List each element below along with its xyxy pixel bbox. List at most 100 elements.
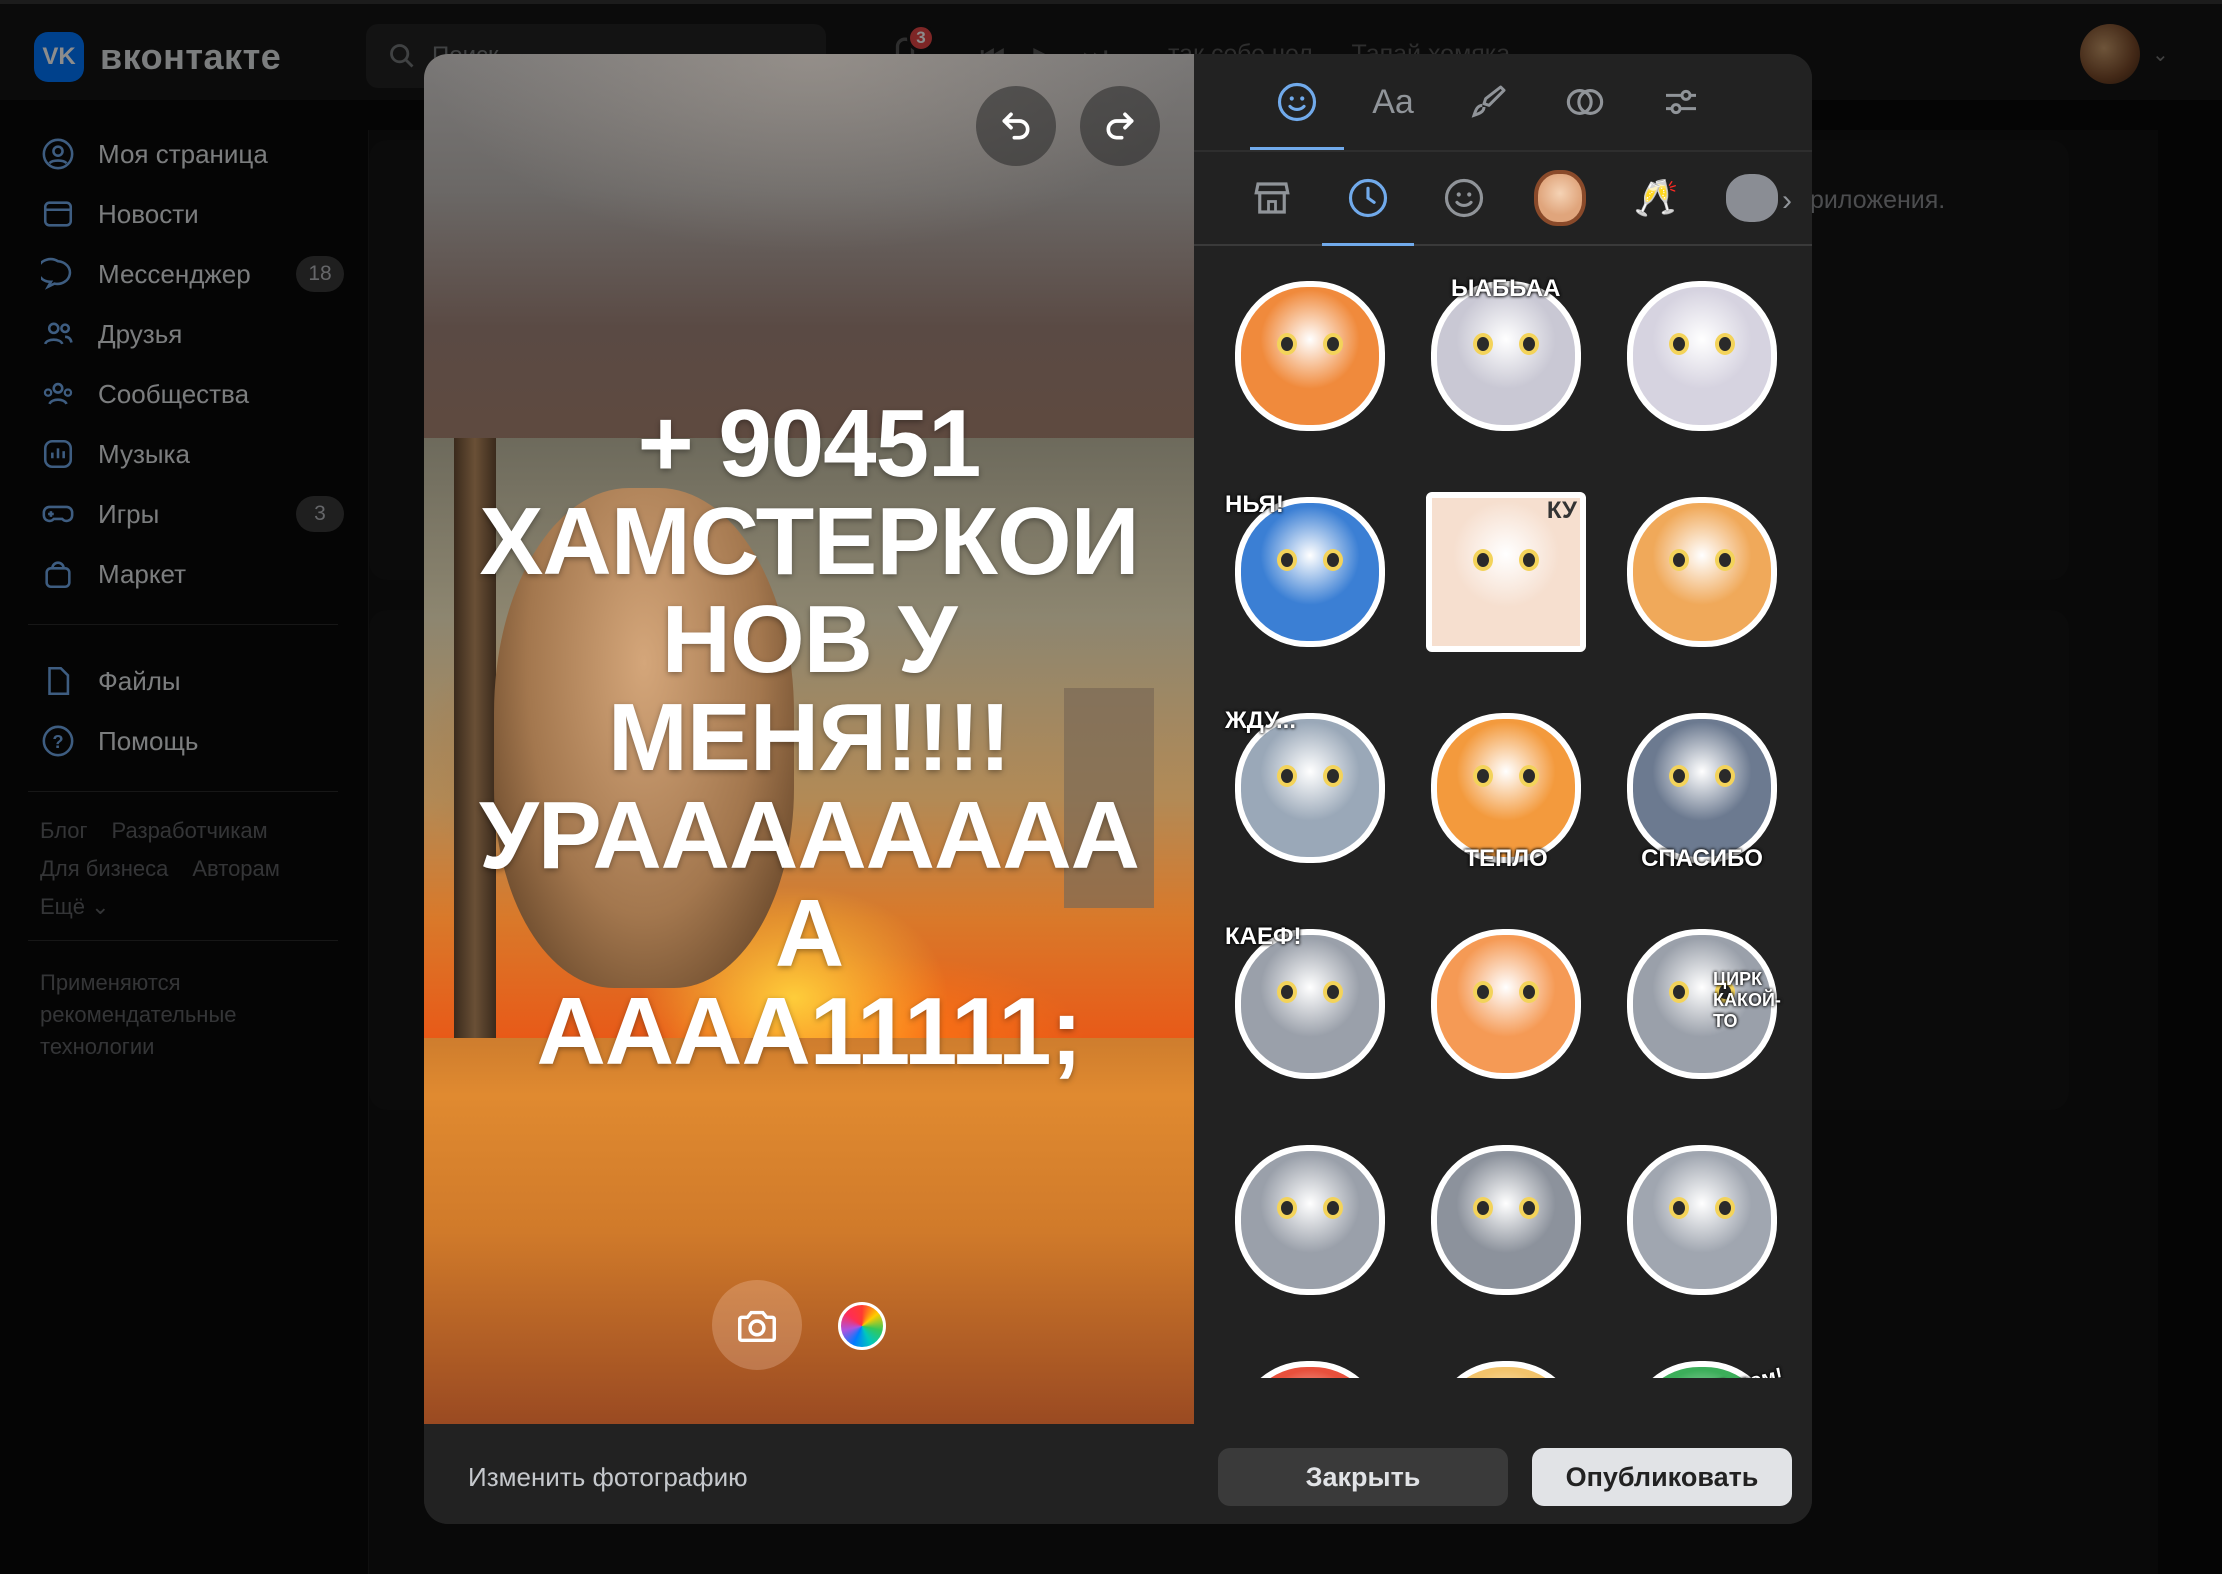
sticker-image [1421,1351,1591,1378]
sticker-anime-girl-ku[interactable]: КУ [1408,464,1604,680]
sticker-body [1627,1145,1777,1295]
camera-icon [738,1310,776,1343]
sticker-eyes [1277,981,1343,1003]
sticker-eyes [1669,333,1735,355]
sticker-eye [1473,549,1493,571]
camera-button[interactable] [712,1280,802,1370]
tab-adjust[interactable] [1646,67,1716,137]
category-store[interactable] [1240,166,1304,230]
modal-footer: Изменить фотографию Закрыть Опубликовать [424,1424,1812,1524]
sticker-image: КУ [1421,487,1591,657]
filters-icon [1566,89,1604,115]
sticker-eye [1473,765,1493,787]
sticker-cat-kaef[interactable]: КАЕФ! [1212,896,1408,1112]
sticker-cat-thumbs-up[interactable] [1408,1112,1604,1328]
sticker-eyes [1473,981,1539,1003]
sticker-eye [1323,333,1343,355]
tools-panel: Aa 🥂 › ЫАБЬАА НЬЯ! КУ ЖДУ... ТЕПЛО СПАСИ… [1194,54,1812,1424]
tool-tabs: Aa [1194,54,1812,150]
sticker-eye [1277,333,1297,355]
sticker-cat-shocked[interactable] [1212,1112,1408,1328]
clock-icon [1348,178,1388,218]
sticker-girl-frame[interactable] [1212,1328,1408,1378]
chevron-right-icon[interactable]: › [1782,184,1792,218]
story-canvas[interactable]: + 90451 ХАМСТЕРКОИ НОВ У МЕНЯ!!!! УРАААА… [424,54,1194,1424]
sticker-image: ЖДУ... [1225,703,1395,873]
sticker-image: ЦИРК КАКОЙ-ТО [1617,919,1787,1089]
tab-stickers[interactable] [1250,67,1344,150]
sticker-caption: СПАСИБО [1641,845,1763,872]
tab-draw[interactable] [1454,67,1524,137]
sticker-image [1617,1135,1787,1305]
sticker-seal-zhdu[interactable]: ЖДУ... [1212,680,1408,896]
sticker-body [1235,929,1385,1079]
sticker-eyes [1473,333,1539,355]
sticker-eye [1323,1197,1343,1219]
avatar-face-icon [1534,170,1586,226]
sticker-image: ЫАБЬАА [1421,271,1591,441]
sticker-eye [1715,549,1735,571]
cat-sticker-icon [1726,174,1778,222]
sticker-eyes [1277,333,1343,355]
redo-button[interactable] [1080,86,1160,166]
sticker-caption: КАЕФ! [1225,923,1302,950]
sticker-eye [1669,765,1689,787]
sticker-eyes [1669,1197,1735,1219]
sticker-cow-sunglasses[interactable] [1408,1328,1604,1378]
category-avatar[interactable] [1528,166,1592,230]
sticker-body [1627,497,1777,647]
sticker-caption: НЬЯ! [1225,491,1284,518]
story-text-overlay[interactable]: + 90451 ХАМСТЕРКОИ НОВ У МЕНЯ!!!! УРАААА… [424,395,1194,1081]
sticker-eyes [1277,549,1343,571]
sticker-fox-with-flowers[interactable] [1212,248,1408,464]
sticker-seal-shy[interactable] [1604,248,1800,464]
sticker-eye [1277,549,1297,571]
sticker-image [1617,487,1787,657]
sticker-eye [1277,1197,1297,1219]
sticker-caption: КУ [1546,497,1577,524]
category-cat-pack[interactable] [1720,166,1784,230]
cheers-icon: 🥂 [1633,177,1679,218]
undo-button[interactable] [976,86,1056,166]
sticker-cat-kiss[interactable] [1408,896,1604,1112]
close-button[interactable]: Закрыть [1218,1448,1508,1506]
background-color-picker[interactable] [838,1302,886,1350]
sticker-eye [1715,333,1735,355]
change-photo-link[interactable]: Изменить фотографию [468,1462,748,1493]
sticker-eye [1669,549,1689,571]
sticker-cat-gamer[interactable] [1604,1112,1800,1328]
sticker-eye [1669,981,1689,1003]
sticker-eye [1277,981,1297,1003]
sticker-image [1225,1351,1395,1378]
sticker-shark-nya[interactable]: НЬЯ! [1212,464,1408,680]
sticker-raccoon-spasibo[interactable]: СПАСИБО [1604,680,1800,896]
sticker-body [1627,281,1777,431]
sticker-eye [1277,765,1297,787]
story-text[interactable]: + 90451 ХАМСТЕРКОИ НОВ У МЕНЯ!!!! УРАААА… [459,395,1159,1081]
sticker-caption: ЦИРК КАКОЙ-ТО [1713,969,1781,1031]
tab-filters[interactable] [1550,67,1620,137]
sticker-image [1421,919,1591,1089]
sticker-image [1617,271,1787,441]
sticker-image: НЬЯ! [1225,487,1395,657]
sticker-category-bar: 🥂 › [1194,150,1812,246]
tab-text[interactable]: Aa [1358,67,1428,137]
category-emoji[interactable] [1432,166,1496,230]
smile-icon [1444,178,1484,218]
sticker-new-year[interactable]: С Новым Годом! [1604,1328,1800,1378]
sticker-cat-hug[interactable] [1604,464,1800,680]
sticker-eye [1519,333,1539,355]
sticker-caption: ЖДУ... [1225,707,1297,734]
sticker-cat-circus[interactable]: ЦИРК КАКОЙ-ТО [1604,896,1800,1112]
redo-icon [1106,112,1134,140]
sticker-corgi-teplo[interactable]: ТЕПЛО [1408,680,1604,896]
sticker-body [1431,929,1581,1079]
category-recent[interactable] [1322,166,1414,246]
sticker-eye [1669,333,1689,355]
sticker-seal-ыабьаа[interactable]: ЫАБЬАА [1408,248,1604,464]
sticker-body [1431,281,1581,431]
category-cheers[interactable]: 🥂 [1624,166,1688,230]
publish-button[interactable]: Опубликовать [1532,1448,1792,1506]
sticker-caption: ТЕПЛО [1464,845,1548,872]
sticker-body [1431,1145,1581,1295]
